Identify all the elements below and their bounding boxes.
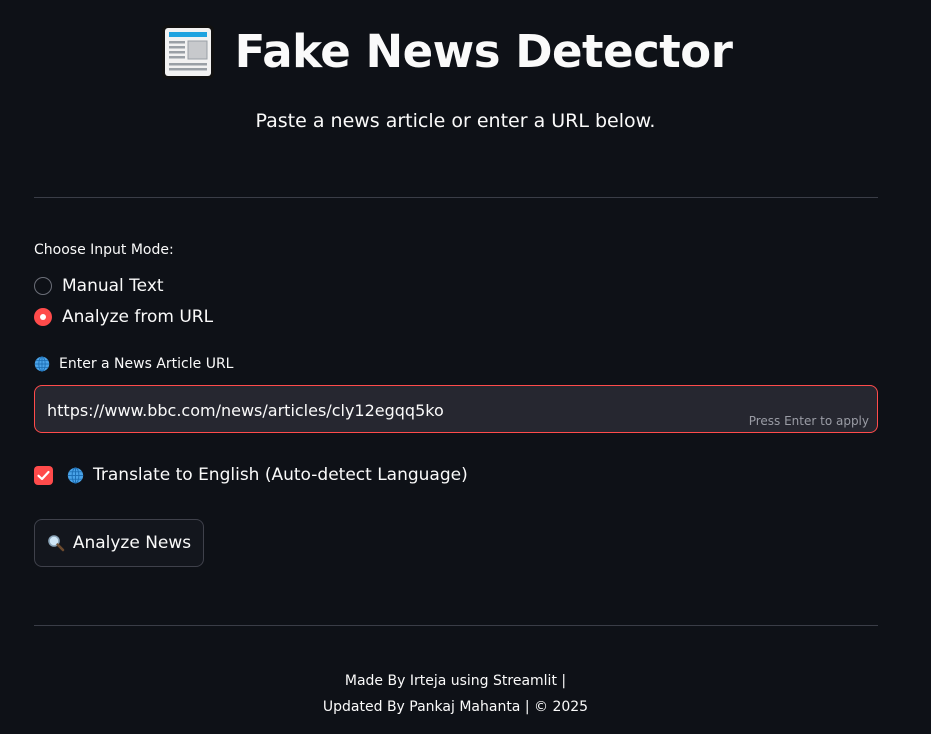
- checkmark-icon: [37, 470, 50, 480]
- footer-line-2: Updated By Pankaj Mahanta | © 2025: [322, 699, 589, 715]
- url-input-container[interactable]: Press Enter to apply: [34, 385, 878, 434]
- url-field-label-text: Enter a News Article URL: [59, 356, 234, 372]
- radio-label: Analyze from URL: [62, 307, 214, 327]
- page-title: Fake News Detector: [234, 25, 733, 78]
- url-field-label: Enter a News Article URL: [34, 356, 233, 372]
- translate-checkbox[interactable]: [34, 465, 53, 485]
- divider-bottom: [34, 625, 878, 626]
- header: Fake News Detector: [0, 22, 931, 82]
- newspaper-icon: [161, 25, 214, 79]
- translate-checkbox-row[interactable]: Translate to English (Auto-detect Langua…: [34, 465, 468, 485]
- translate-label: Translate to English (Auto-detect Langua…: [93, 465, 468, 485]
- analyze-button-label: Analyze News: [72, 533, 192, 553]
- globe-icon: [67, 466, 84, 484]
- analyze-news-button[interactable]: Analyze News: [34, 519, 204, 567]
- press-enter-hint: Press Enter to apply: [748, 414, 869, 428]
- footer-line-1: Made By Irteja using Streamlit |: [344, 673, 567, 689]
- page-subtitle: Paste a news article or enter a URL belo…: [255, 110, 656, 132]
- magnifier-icon: [48, 535, 65, 552]
- input-mode-label: Choose Input Mode:: [34, 242, 174, 258]
- divider-top: [34, 197, 878, 198]
- footer: Made By Irteja using Streamlit | Updated…: [0, 668, 931, 720]
- globe-icon: [34, 356, 50, 372]
- radio-analyze-url[interactable]: Analyze from URL: [34, 307, 213, 327]
- url-input[interactable]: [45, 386, 749, 434]
- radio-button-selected[interactable]: [34, 308, 52, 326]
- radio-label: Manual Text: [62, 276, 164, 296]
- radio-manual-text[interactable]: Manual Text: [34, 276, 164, 296]
- radio-button-unselected[interactable]: [34, 277, 52, 295]
- app-page: Fake News Detector Paste a news article …: [0, 0, 931, 734]
